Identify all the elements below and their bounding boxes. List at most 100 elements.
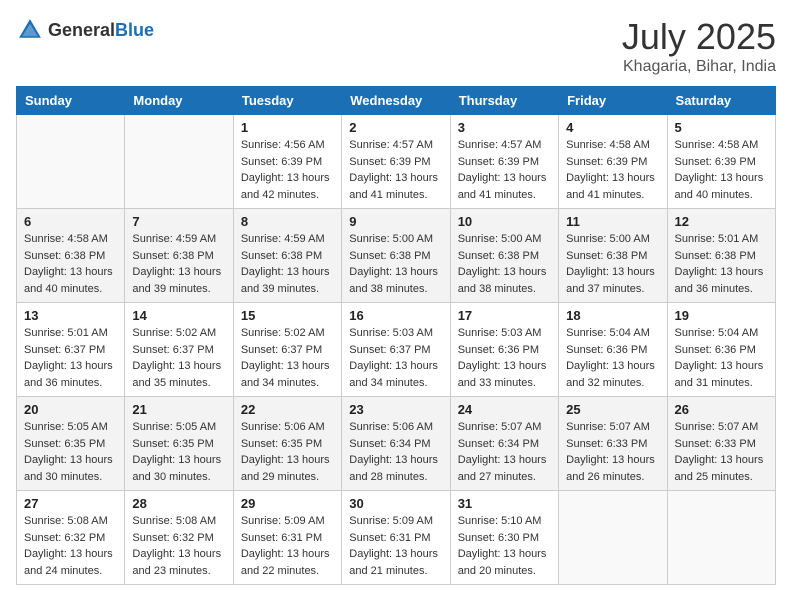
day-number: 6 xyxy=(24,214,117,229)
weekday-header: Sunday xyxy=(17,87,125,115)
day-number: 3 xyxy=(458,120,551,135)
cell-info: Sunrise: 5:05 AMSunset: 6:35 PMDaylight:… xyxy=(24,419,117,485)
calendar-cell: 29Sunrise: 5:09 AMSunset: 6:31 PMDayligh… xyxy=(233,491,341,585)
day-number: 14 xyxy=(132,308,225,323)
weekday-header: Friday xyxy=(559,87,667,115)
cell-info: Sunrise: 5:04 AMSunset: 6:36 PMDaylight:… xyxy=(566,325,659,391)
calendar-week-row: 13 Sunrise: 5:01 AMSunset: 6:37 PMDayligh… xyxy=(17,303,776,397)
cell-info: Sunrise: 4:56 AMSunset: 6:39 PMDaylight:… xyxy=(241,137,334,203)
calendar-cell xyxy=(125,115,233,209)
weekday-header: Saturday xyxy=(667,87,775,115)
cell-info: Sunrise: 5:02 AMSunset: 6:37 PMDaylight:… xyxy=(132,325,225,391)
calendar-cell: 13 Sunrise: 5:01 AMSunset: 6:37 PMDayligh… xyxy=(17,303,125,397)
day-number: 4 xyxy=(566,120,659,135)
day-number: 5 xyxy=(675,120,768,135)
calendar-week-row: 1 Sunrise: 4:56 AMSunset: 6:39 PMDaylight… xyxy=(17,115,776,209)
day-number: 12 xyxy=(675,214,768,229)
day-number: 23 xyxy=(349,402,442,417)
logo: GeneralBlue xyxy=(16,16,154,44)
cell-info: Sunrise: 5:08 AMSunset: 6:32 PMDaylight:… xyxy=(24,513,117,579)
calendar-cell: 1 Sunrise: 4:56 AMSunset: 6:39 PMDaylight… xyxy=(233,115,341,209)
calendar-cell: 26 Sunrise: 5:07 AMSunset: 6:33 PMDayligh… xyxy=(667,397,775,491)
day-number: 18 xyxy=(566,308,659,323)
cell-info: Sunrise: 5:07 AMSunset: 6:33 PMDaylight:… xyxy=(675,419,768,485)
day-number: 24 xyxy=(458,402,551,417)
day-number: 28 xyxy=(132,496,225,511)
cell-info: Sunrise: 5:04 AMSunset: 6:36 PMDaylight:… xyxy=(675,325,768,391)
calendar-week-row: 27 Sunrise: 5:08 AMSunset: 6:32 PMDayligh… xyxy=(17,491,776,585)
calendar-week-row: 20 Sunrise: 5:05 AMSunset: 6:35 PMDayligh… xyxy=(17,397,776,491)
cell-info: Sunrise: 5:05 AMSunset: 6:35 PMDaylight:… xyxy=(132,419,225,485)
calendar-cell: 20 Sunrise: 5:05 AMSunset: 6:35 PMDayligh… xyxy=(17,397,125,491)
cell-info: Sunrise: 5:09 AMSunset: 6:31 PMDaylight:… xyxy=(349,513,442,579)
calendar-cell xyxy=(17,115,125,209)
cell-info: Sunrise: 5:08 AMSunset: 6:32 PMDaylight:… xyxy=(132,513,225,579)
day-number: 10 xyxy=(458,214,551,229)
day-number: 1 xyxy=(241,120,334,135)
logo-icon xyxy=(16,16,44,44)
calendar-cell: 15 Sunrise: 5:02 AMSunset: 6:37 PMDayligh… xyxy=(233,303,341,397)
cell-info: Sunrise: 5:01 AMSunset: 6:37 PMDaylight:… xyxy=(24,325,117,391)
calendar-cell xyxy=(667,491,775,585)
cell-info: Sunrise: 5:03 AMSunset: 6:36 PMDaylight:… xyxy=(458,325,551,391)
day-number: 25 xyxy=(566,402,659,417)
logo-general-text: General xyxy=(48,20,115,40)
cell-info: Sunrise: 5:00 AMSunset: 6:38 PMDaylight:… xyxy=(349,231,442,297)
calendar-cell: 6 Sunrise: 4:58 AMSunset: 6:38 PMDaylight… xyxy=(17,209,125,303)
weekday-header: Tuesday xyxy=(233,87,341,115)
calendar-cell: 2Sunrise: 4:57 AMSunset: 6:39 PMDaylight… xyxy=(342,115,450,209)
cell-info: Sunrise: 5:00 AMSunset: 6:38 PMDaylight:… xyxy=(566,231,659,297)
calendar-cell: 31Sunrise: 5:10 AMSunset: 6:30 PMDayligh… xyxy=(450,491,558,585)
day-number: 17 xyxy=(458,308,551,323)
calendar-cell: 11 Sunrise: 5:00 AMSunset: 6:38 PMDayligh… xyxy=(559,209,667,303)
calendar-cell: 12 Sunrise: 5:01 AMSunset: 6:38 PMDayligh… xyxy=(667,209,775,303)
calendar-cell: 8 Sunrise: 4:59 AMSunset: 6:38 PMDaylight… xyxy=(233,209,341,303)
logo-blue-text: Blue xyxy=(115,20,154,40)
title-block: July 2025 Khagaria, Bihar, India xyxy=(622,16,776,76)
cell-info: Sunrise: 4:59 AMSunset: 6:38 PMDaylight:… xyxy=(241,231,334,297)
calendar-cell: 21 Sunrise: 5:05 AMSunset: 6:35 PMDayligh… xyxy=(125,397,233,491)
cell-info: Sunrise: 4:58 AMSunset: 6:39 PMDaylight:… xyxy=(566,137,659,203)
calendar-cell: 28 Sunrise: 5:08 AMSunset: 6:32 PMDayligh… xyxy=(125,491,233,585)
day-number: 22 xyxy=(241,402,334,417)
cell-info: Sunrise: 4:58 AMSunset: 6:38 PMDaylight:… xyxy=(24,231,117,297)
day-number: 9 xyxy=(349,214,442,229)
day-number: 27 xyxy=(24,496,117,511)
calendar-cell: 27 Sunrise: 5:08 AMSunset: 6:32 PMDayligh… xyxy=(17,491,125,585)
day-number: 16 xyxy=(349,308,442,323)
day-number: 8 xyxy=(241,214,334,229)
calendar-cell xyxy=(559,491,667,585)
calendar-cell: 4 Sunrise: 4:58 AMSunset: 6:39 PMDaylight… xyxy=(559,115,667,209)
cell-info: Sunrise: 5:02 AMSunset: 6:37 PMDaylight:… xyxy=(241,325,334,391)
weekday-header: Wednesday xyxy=(342,87,450,115)
day-number: 31 xyxy=(458,496,551,511)
calendar-cell: 30Sunrise: 5:09 AMSunset: 6:31 PMDayligh… xyxy=(342,491,450,585)
calendar-cell: 5 Sunrise: 4:58 AMSunset: 6:39 PMDaylight… xyxy=(667,115,775,209)
calendar-table: SundayMondayTuesdayWednesdayThursdayFrid… xyxy=(16,86,776,585)
calendar-cell: 23 Sunrise: 5:06 AMSunset: 6:34 PMDayligh… xyxy=(342,397,450,491)
page-header: GeneralBlue July 2025 Khagaria, Bihar, I… xyxy=(16,16,776,76)
day-number: 11 xyxy=(566,214,659,229)
day-number: 15 xyxy=(241,308,334,323)
cell-info: Sunrise: 5:06 AMSunset: 6:34 PMDaylight:… xyxy=(349,419,442,485)
cell-info: Sunrise: 5:01 AMSunset: 6:38 PMDaylight:… xyxy=(675,231,768,297)
calendar-cell: 14 Sunrise: 5:02 AMSunset: 6:37 PMDayligh… xyxy=(125,303,233,397)
calendar-cell: 3Sunrise: 4:57 AMSunset: 6:39 PMDaylight… xyxy=(450,115,558,209)
day-number: 29 xyxy=(241,496,334,511)
day-number: 13 xyxy=(24,308,117,323)
calendar-cell: 24Sunrise: 5:07 AMSunset: 6:34 PMDayligh… xyxy=(450,397,558,491)
calendar-cell: 22Sunrise: 5:06 AMSunset: 6:35 PMDayligh… xyxy=(233,397,341,491)
weekday-header: Thursday xyxy=(450,87,558,115)
day-number: 26 xyxy=(675,402,768,417)
location-title: Khagaria, Bihar, India xyxy=(622,58,776,76)
cell-info: Sunrise: 5:03 AMSunset: 6:37 PMDaylight:… xyxy=(349,325,442,391)
calendar-cell: 25 Sunrise: 5:07 AMSunset: 6:33 PMDayligh… xyxy=(559,397,667,491)
cell-info: Sunrise: 4:58 AMSunset: 6:39 PMDaylight:… xyxy=(675,137,768,203)
day-number: 20 xyxy=(24,402,117,417)
calendar-cell: 19Sunrise: 5:04 AMSunset: 6:36 PMDayligh… xyxy=(667,303,775,397)
cell-info: Sunrise: 5:07 AMSunset: 6:33 PMDaylight:… xyxy=(566,419,659,485)
calendar-cell: 16 Sunrise: 5:03 AMSunset: 6:37 PMDayligh… xyxy=(342,303,450,397)
cell-info: Sunrise: 5:00 AMSunset: 6:38 PMDaylight:… xyxy=(458,231,551,297)
day-number: 21 xyxy=(132,402,225,417)
cell-info: Sunrise: 4:57 AMSunset: 6:39 PMDaylight:… xyxy=(349,137,442,203)
